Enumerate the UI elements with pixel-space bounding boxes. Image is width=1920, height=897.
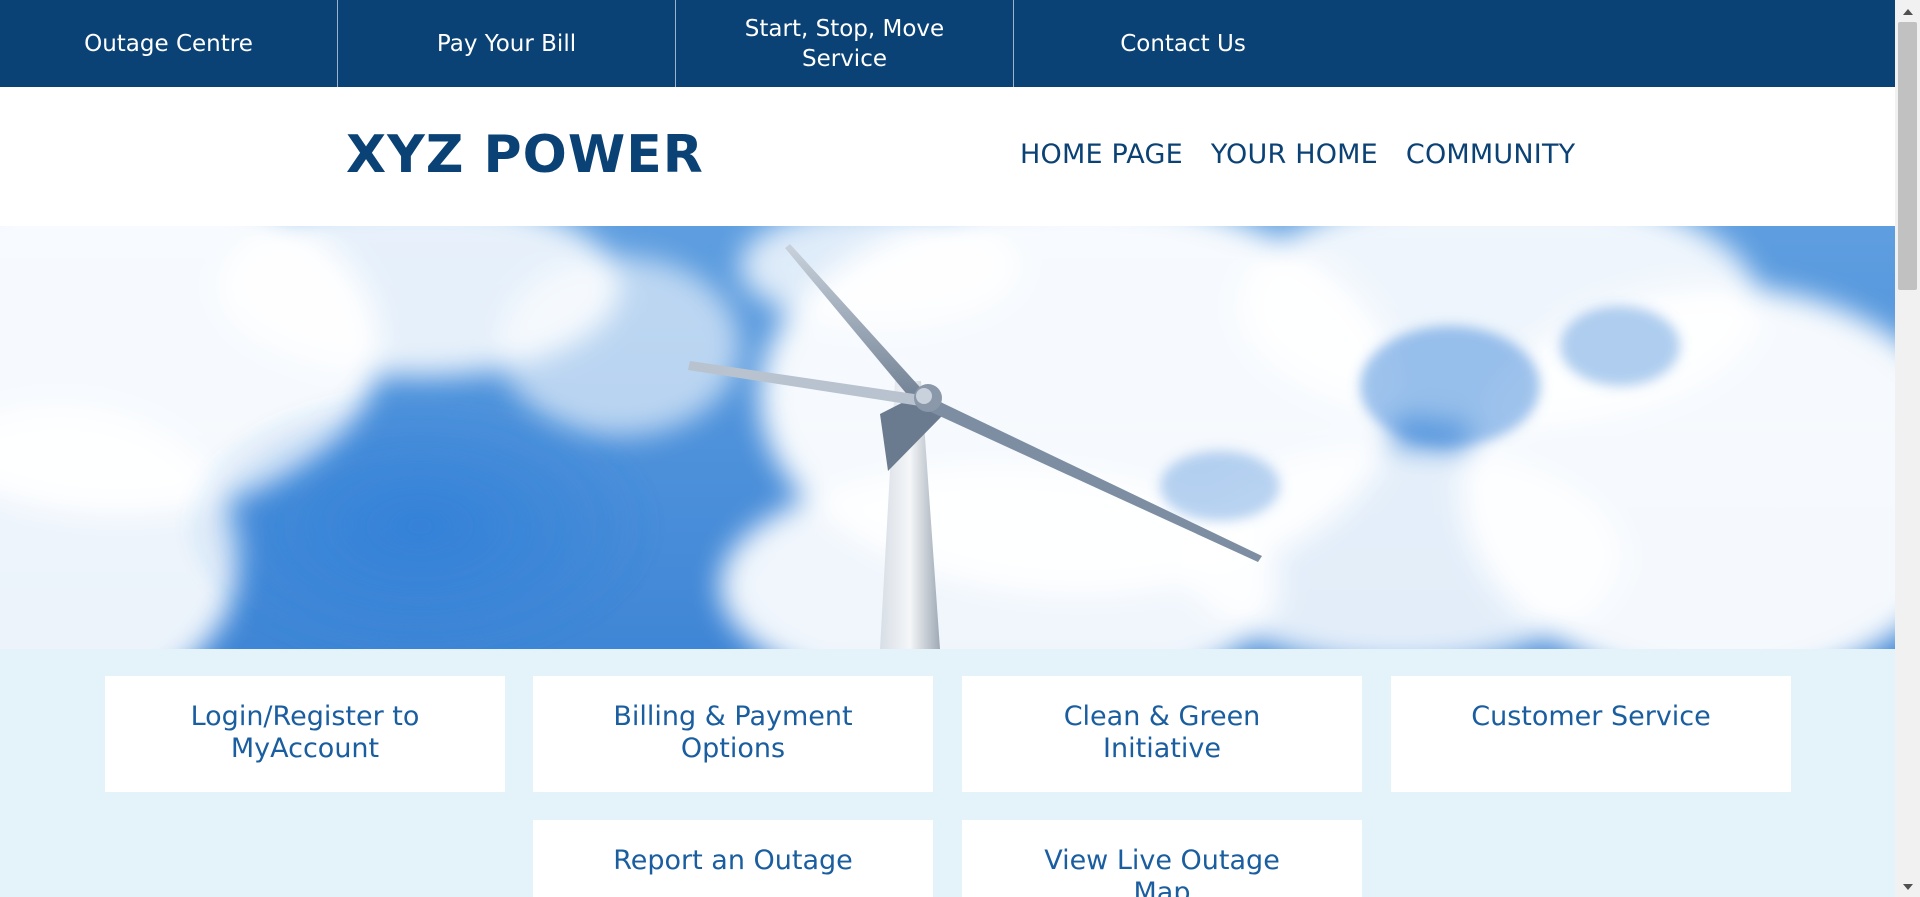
tile-view-live-outage-map[interactable]: View Live Outage Map <box>962 820 1362 897</box>
tab-start-stop-move-service[interactable]: Start, Stop, Move Service <box>676 0 1014 87</box>
quick-links-section: Login/Register to MyAccount Billing & Pa… <box>0 649 1895 897</box>
tab-outage-centre[interactable]: Outage Centre <box>0 0 338 87</box>
site-header: XYZ POWER HOME PAGE YOUR HOME COMMUNITY <box>0 87 1895 226</box>
site-logo[interactable]: XYZ POWER <box>346 125 704 185</box>
tile-label: Clean & Green Initiative <box>1063 701 1261 764</box>
tile-billing-payment-options[interactable]: Billing & Payment Options <box>533 676 933 792</box>
tab-label: Outage Centre <box>84 30 253 57</box>
tile-label: Login/Register to MyAccount <box>190 701 420 764</box>
tile-label: Customer Service <box>1471 701 1711 732</box>
hero-banner-image <box>0 226 1895 649</box>
scrollbar-thumb[interactable] <box>1898 22 1917 290</box>
utility-nav-bar: Outage Centre Pay Your Bill Start, Stop,… <box>0 0 1895 87</box>
tab-label: Contact Us <box>1120 30 1246 57</box>
tab-label: Start, Stop, Move Service <box>744 15 945 72</box>
scroll-up-arrow-icon[interactable] <box>1895 2 1920 22</box>
nav-home-page[interactable]: HOME PAGE <box>1020 137 1183 173</box>
tab-contact-us[interactable]: Contact Us <box>1014 0 1352 87</box>
tab-label: Pay Your Bill <box>436 30 577 57</box>
nav-your-home[interactable]: YOUR HOME <box>1211 137 1378 173</box>
main-nav: HOME PAGE YOUR HOME COMMUNITY <box>1020 137 1575 173</box>
page: Outage Centre Pay Your Bill Start, Stop,… <box>0 0 1895 897</box>
tile-label: Billing & Payment Options <box>613 701 853 764</box>
tile-label: Report an Outage <box>613 845 853 876</box>
tile-login-register[interactable]: Login/Register to MyAccount <box>105 676 505 792</box>
scroll-down-arrow-icon[interactable] <box>1895 877 1920 897</box>
nav-community[interactable]: COMMUNITY <box>1406 137 1575 173</box>
tab-pay-your-bill[interactable]: Pay Your Bill <box>338 0 676 87</box>
tile-clean-green-initiative[interactable]: Clean & Green Initiative <box>962 676 1362 792</box>
tile-label: View Live Outage Map <box>1044 845 1280 897</box>
vertical-scrollbar[interactable] <box>1895 0 1920 897</box>
tile-report-an-outage[interactable]: Report an Outage <box>533 820 933 897</box>
tile-customer-service[interactable]: Customer Service <box>1391 676 1791 792</box>
